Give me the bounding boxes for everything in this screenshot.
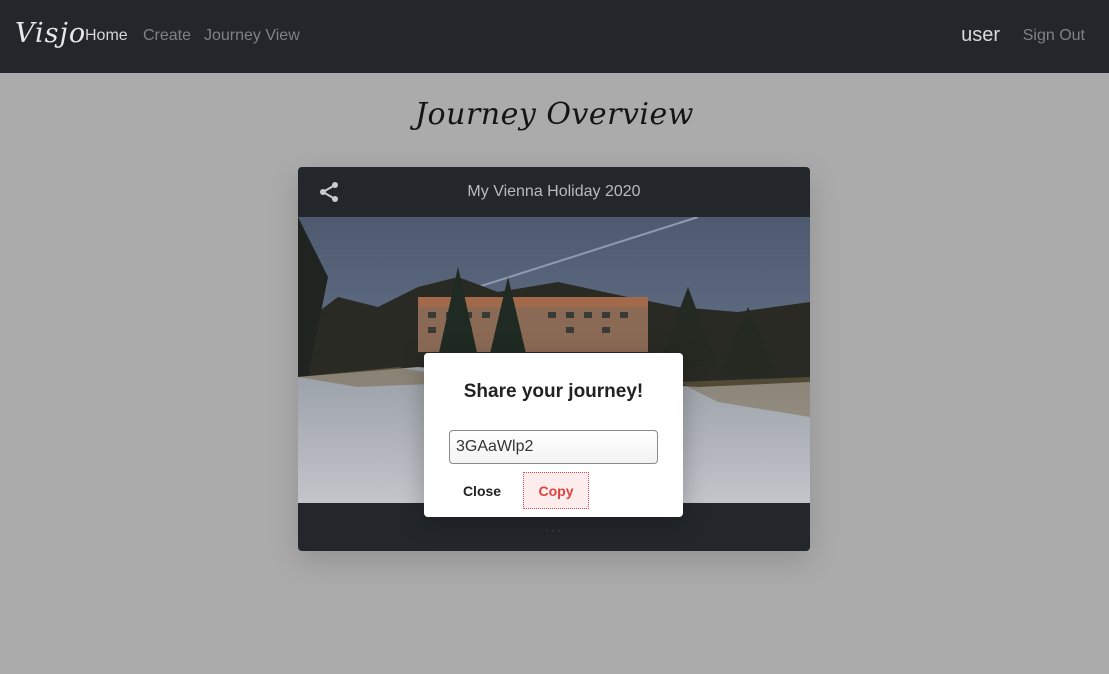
page-title: Journey Overview [415, 97, 694, 132]
carousel-dots[interactable]: ··· [298, 523, 810, 537]
nav-journey-view-link[interactable]: Journey View [204, 27, 300, 45]
nav-home-link[interactable]: Home [85, 27, 128, 45]
brand-logo[interactable]: Visjo [15, 18, 86, 49]
share-modal-title: Share your journey! [463, 381, 644, 402]
nav-create-link[interactable]: Create [143, 27, 191, 45]
journey-card-header: My Vienna Holiday 2020 [298, 167, 810, 217]
share-code-input[interactable] [449, 430, 658, 464]
journey-title: My Vienna Holiday 2020 [467, 183, 641, 200]
sign-out-link[interactable]: Sign Out [1023, 27, 1085, 45]
navbar: Visjo Home Create Journey View user Sign… [0, 0, 1109, 73]
close-button[interactable]: Close [449, 472, 515, 509]
share-modal: Share your journey! Close Copy [424, 353, 683, 517]
user-name: user [961, 24, 1000, 46]
copy-button[interactable]: Copy [523, 472, 589, 509]
